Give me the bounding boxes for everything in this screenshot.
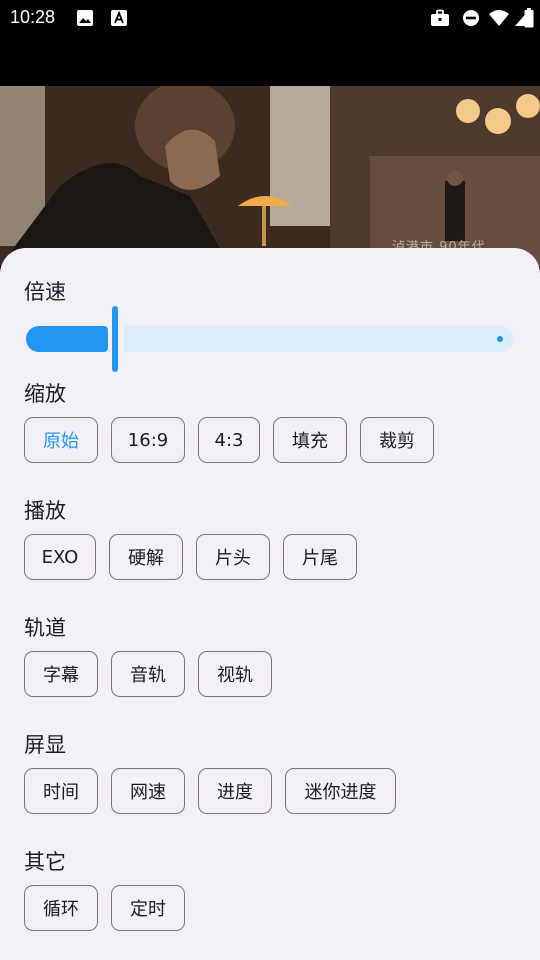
wifi-icon [488,9,510,31]
display-option-speed[interactable]: 网速 [111,768,185,814]
track-options: 字幕 音轨 视轨 [24,651,272,697]
do-not-disturb-icon [462,9,480,31]
display-option-mini-progress[interactable]: 迷你进度 [285,768,396,814]
play-options: EXO 硬解 片头 片尾 [24,534,357,580]
speed-slider[interactable] [26,306,514,372]
zoom-options: 原始 16:9 4:3 填充 裁剪 [24,417,434,463]
status-bar: 10:28 [0,0,540,36]
briefcase-icon [430,9,450,31]
play-option-exo[interactable]: EXO [24,534,96,580]
speed-slider-track-active[interactable] [26,326,108,352]
zoom-option-original[interactable]: 原始 [24,417,98,463]
zoom-title: 缩放 [24,382,66,406]
track-option-subtitle[interactable]: 字幕 [24,651,98,697]
other-option-timer[interactable]: 定时 [111,885,185,931]
video-player[interactable]: 泸港市 90年代 [0,86,540,266]
display-title: 屏显 [24,733,66,757]
display-option-progress[interactable]: 进度 [198,768,272,814]
play-option-outro[interactable]: 片尾 [283,534,357,580]
font-a-icon [110,9,128,31]
other-title: 其它 [24,850,66,874]
image-icon [76,9,94,31]
zoom-option-16-9[interactable]: 16:9 [111,417,185,463]
display-options: 时间 网速 进度 迷你进度 [24,768,396,814]
other-options: 循环 定时 [24,885,185,931]
track-option-audio[interactable]: 音轨 [111,651,185,697]
speed-title: 倍速 [24,280,66,304]
track-option-video[interactable]: 视轨 [198,651,272,697]
display-option-time[interactable]: 时间 [24,768,98,814]
zoom-option-fill[interactable]: 填充 [273,417,347,463]
track-title: 轨道 [24,616,66,640]
play-title: 播放 [24,499,66,523]
other-option-loop[interactable]: 循环 [24,885,98,931]
battery-icon [524,8,534,32]
play-option-hardware-decode[interactable]: 硬解 [109,534,183,580]
speed-slider-stop-indicator [497,336,503,342]
zoom-option-crop[interactable]: 裁剪 [360,417,434,463]
zoom-option-4-3[interactable]: 4:3 [198,417,260,463]
speed-slider-track-inactive[interactable] [124,326,514,352]
speed-slider-thumb[interactable] [112,306,118,372]
status-time: 10:28 [10,7,56,27]
play-option-intro[interactable]: 片头 [196,534,270,580]
